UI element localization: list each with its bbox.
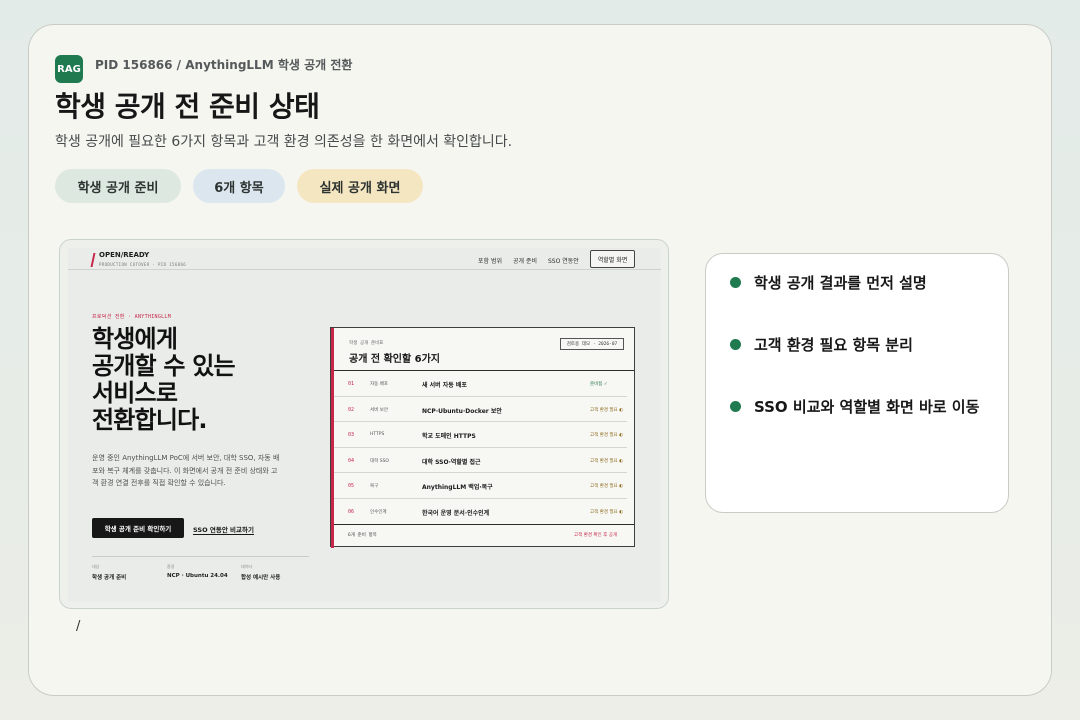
row-category: HTTPS <box>370 432 385 437</box>
preview-divider <box>92 556 309 557</box>
chip-live-screen[interactable]: 실제 공개 화면 <box>297 169 423 203</box>
preview-brand: OPEN/READY <box>99 251 150 259</box>
preview-nav-sso[interactable]: SSO 연동안 <box>548 256 579 265</box>
preview-cta-button[interactable]: 학생 공개 준비 확인하기 <box>92 518 184 538</box>
preview-description: 운영 중인 AnythingLLM PoC에 서버 보안, 대학 SSO, 자동… <box>92 454 280 487</box>
meta-label: 데이터 <box>241 564 253 569</box>
row-status: 준비됨 ✓ <box>590 382 608 387</box>
meta-value: 합성 예시만 사용 <box>241 575 281 581</box>
hero-line: 서비스로 <box>92 379 178 407</box>
feature-checklist: 학생 공개 결과를 먼저 설명 고객 환경 필요 항목 분리 SSO 비교와 역… <box>705 253 1009 513</box>
row-status: 고객 환경 필요 ◐ <box>590 509 624 515</box>
preview-checklist-panel: 학생 공개 준비표 공개 전 확인할 6가지 검토용 데모 · 2026-07 … <box>330 327 635 548</box>
meta-label: 대상 <box>92 564 100 569</box>
slash-mark: / <box>76 619 81 634</box>
page-title: 학생 공개 전 준비 상태 <box>55 90 320 123</box>
panel-title: 공개 전 확인할 6가지 <box>349 354 441 365</box>
row-number: 03 <box>348 432 355 438</box>
meta-label: 환경 <box>167 564 175 569</box>
row-name: 학교 도메인 HTTPS <box>422 433 476 440</box>
row-category: 복구 <box>370 484 379 489</box>
row-number: 02 <box>348 406 355 413</box>
panel-row[interactable]: 06 인수인계 한국어 운영 문서·인수인계 고객 환경 필요 ◐ <box>334 499 627 525</box>
panel-date-badge: 검토용 데모 · 2026-07 <box>560 338 624 350</box>
row-number: 06 <box>348 508 355 515</box>
breadcrumb: PID 156866 / AnythingLLM 학생 공개 전환 <box>95 58 353 72</box>
panel-row[interactable]: 02 서버 보안 NCP·Ubuntu·Docker 보안 고객 환경 필요 ◐ <box>334 397 627 422</box>
meta-value: 학생 공개 준비 <box>92 575 127 581</box>
chip-student-ready[interactable]: 학생 공개 준비 <box>55 169 181 203</box>
chip-six-items[interactable]: 6개 항목 <box>193 169 285 203</box>
checklist-label: 학생 공개 결과를 먼저 설명 <box>754 274 927 292</box>
row-name: 한국어 운영 문서·인수인계 <box>422 509 490 517</box>
bullet-dot-icon <box>730 401 741 412</box>
bullet-dot-icon <box>730 277 741 288</box>
row-number: 05 <box>348 483 355 489</box>
preview-hero-title: 학생에게 공개할 수 있는 서비스로 전환합니다. <box>92 326 322 434</box>
panel-row[interactable]: 05 복구 AnythingLLM 백업·복구 고객 환경 필요 ◐ <box>334 473 627 499</box>
row-number: 04 <box>348 457 355 464</box>
panel-row[interactable]: 04 대학 SSO 대학 SSO·역할별 접근 고객 환경 필요 ◐ <box>334 448 627 473</box>
panel-foot-note: 고객 환경 확인 후 공개 <box>574 533 617 538</box>
panel-row[interactable]: 01 자동 배포 새 서버 자동 배포 준비됨 ✓ <box>334 371 627 397</box>
checklist-label: 고객 환경 필요 항목 분리 <box>754 336 913 354</box>
row-status: 고객 환경 필요 ◐ <box>590 433 624 438</box>
main-card: RAG PID 156866 / AnythingLLM 학생 공개 전환 학생… <box>28 24 1052 696</box>
hero-line: 전환합니다. <box>92 406 208 434</box>
row-status: 고객 환경 필요 ◐ <box>590 407 624 413</box>
row-number: 01 <box>348 381 355 387</box>
hero-line: 학생에게 <box>92 325 178 353</box>
panel-row[interactable]: 03 HTTPS 학교 도메인 HTTPS 고객 환경 필요 ◐ <box>334 422 627 448</box>
bullet-dot-icon <box>730 339 741 350</box>
preview-meta-env: 환경 NCP · Ubuntu 24.04 <box>167 564 228 579</box>
checklist-label: SSO 비교와 역할별 화면 바로 이동 <box>754 398 980 416</box>
preview-role-button[interactable]: 역할별 화면 <box>590 250 635 268</box>
meta-value: NCP · Ubuntu 24.04 <box>167 573 228 579</box>
row-category: 대학 SSO <box>370 458 389 464</box>
rag-badge: RAG <box>55 55 83 83</box>
row-name: AnythingLLM 백업·복구 <box>422 484 493 491</box>
screen-preview: OPEN/READY PRODUCTION CUTOVER · PID 1568… <box>59 239 669 609</box>
preview-meta-target: 대상 학생 공개 준비 <box>92 564 126 581</box>
preview-header: OPEN/READY PRODUCTION CUTOVER · PID 1568… <box>68 248 661 270</box>
row-name: NCP·Ubuntu·Docker 보안 <box>422 407 502 415</box>
preview-brand-sub: PRODUCTION CUTOVER · PID 156866 <box>99 262 187 267</box>
page-subtitle: 학생 공개에 필요한 6가지 항목과 고객 환경 의존성을 한 화면에서 확인합… <box>55 134 513 150</box>
panel-foot-rule <box>334 524 634 525</box>
row-name: 새 서버 자동 배포 <box>422 382 467 389</box>
row-category: 서버 보안 <box>370 407 388 413</box>
checklist-item: 학생 공개 결과를 먼저 설명 <box>730 272 927 293</box>
row-status: 고객 환경 필요 ◐ <box>590 484 624 489</box>
row-name: 대학 SSO·역할별 접근 <box>422 458 481 466</box>
row-status: 고객 환경 필요 ◐ <box>590 458 624 464</box>
row-category: 자동 배포 <box>370 382 388 387</box>
preview-page: OPEN/READY PRODUCTION CUTOVER · PID 1568… <box>68 248 661 602</box>
hero-line: 공개할 수 있는 <box>92 352 236 380</box>
checklist-item: 고객 환경 필요 항목 분리 <box>730 334 913 355</box>
preview-eyebrow: 프로덕션 전환 · ANYTHINGLLM <box>92 314 172 320</box>
preview-sso-link[interactable]: SSO 연동안 비교하기 <box>193 524 254 535</box>
panel-foot-count: 6개 준비 항목 <box>348 533 377 538</box>
preview-nav-scope[interactable]: 포함 범위 <box>478 256 502 265</box>
checklist-item: SSO 비교와 역할별 화면 바로 이동 <box>730 396 979 417</box>
preview-meta-data: 데이터 합성 예시만 사용 <box>241 564 280 581</box>
panel-eyebrow: 학생 공개 준비표 <box>349 341 384 346</box>
row-category: 인수인계 <box>370 509 387 515</box>
brand-slash-icon <box>90 253 96 267</box>
preview-nav-ready[interactable]: 공개 준비 <box>513 256 537 265</box>
